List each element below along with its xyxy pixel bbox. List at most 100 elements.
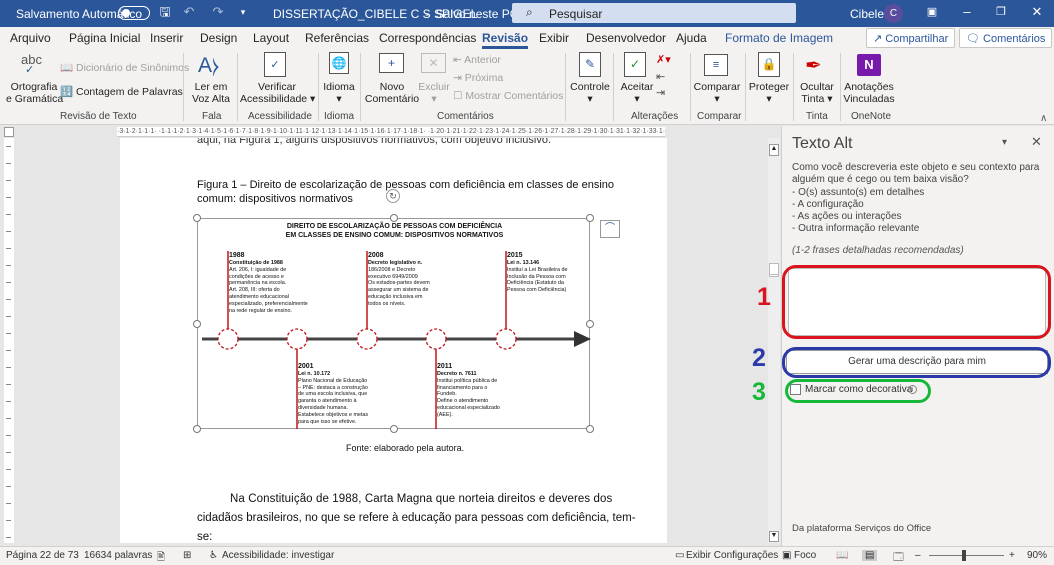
resize-handle[interactable] bbox=[586, 214, 594, 222]
ruler-tick bbox=[6, 146, 11, 147]
zoom-out-icon[interactable]: – bbox=[915, 550, 921, 561]
horizontal-ruler[interactable]: ·3·1·2·1·1·1· ·1·1·1·2·1·3·1·4·1·5·1·6·1… bbox=[117, 127, 665, 137]
previous-change-icon[interactable]: ⇤ bbox=[656, 70, 665, 83]
title-bar: Salvamento Automático 🖫 ↶ ↷ ▾ DISSERTAÇÃ… bbox=[0, 0, 1054, 27]
minimize-icon[interactable]: – bbox=[960, 5, 974, 19]
proofing-icon[interactable]: 🖹 bbox=[157, 550, 165, 565]
check-access-label-1: Verificar bbox=[258, 81, 296, 93]
tab-correspondencias[interactable]: Correspondências bbox=[379, 31, 476, 45]
customize-toolbar-icon[interactable]: ▾ bbox=[236, 5, 250, 19]
scroll-up-icon[interactable]: ▲ bbox=[769, 144, 779, 156]
spelling-icon: abc ✓ bbox=[21, 52, 42, 76]
document-page[interactable]: aqui, na Figura 1, alguns dispositivos n… bbox=[120, 138, 667, 543]
focus-mode[interactable]: Foco bbox=[794, 550, 816, 561]
thesaurus-button[interactable]: 📖 Dicionário de Sinônimos bbox=[60, 62, 189, 74]
accessibility-status[interactable]: Acessibilidade: investigar bbox=[222, 550, 334, 561]
read-aloud-label-1: Ler em bbox=[194, 81, 228, 93]
hide-ink-button[interactable]: Ocultar Tinta ▾ bbox=[797, 81, 837, 105]
next-comment-button[interactable]: ⇥ Próxima bbox=[453, 72, 503, 84]
tab-layout[interactable]: Layout bbox=[253, 31, 289, 45]
check-accessibility-button[interactable]: Verificar Acessibilidade ▾ bbox=[240, 81, 315, 105]
word-count[interactable]: 16634 palavras bbox=[84, 550, 152, 561]
close-icon[interactable]: ✕ bbox=[1030, 5, 1044, 19]
selected-image[interactable]: DIREITO DE ESCOLARIZAÇÃO DE PESSOAS COM … bbox=[193, 189, 594, 433]
resize-handle[interactable] bbox=[390, 214, 398, 222]
previous-comment-button[interactable]: ⇤ Anterior bbox=[453, 54, 501, 66]
ruler-tick bbox=[6, 469, 11, 470]
resize-handle[interactable] bbox=[193, 214, 201, 222]
word-count-button[interactable]: 🔢 Contagem de Palavras bbox=[60, 86, 183, 98]
resize-handle[interactable] bbox=[586, 425, 594, 433]
page-indicator[interactable]: Página 22 de 73 bbox=[6, 550, 79, 561]
compare-button[interactable]: Comparar ▾ bbox=[693, 81, 741, 105]
tracking-button[interactable]: Controle ▾ bbox=[569, 81, 611, 105]
document-scrollbar[interactable]: ▲ ▼ bbox=[768, 138, 780, 543]
save-icon[interactable]: 🖫 bbox=[158, 5, 172, 19]
zoom-in-icon[interactable]: + bbox=[1009, 550, 1015, 561]
resize-handle[interactable] bbox=[586, 320, 594, 328]
close-pane-icon[interactable]: ✕ bbox=[1031, 134, 1042, 150]
comment-icon: 🗨 bbox=[966, 33, 984, 45]
web-layout-icon[interactable]: 🗔 bbox=[893, 550, 904, 565]
tab-design[interactable]: Design bbox=[200, 31, 237, 45]
linked-notes-button[interactable]: Anotações Vinculadas bbox=[843, 81, 895, 105]
timeline-arrowhead bbox=[574, 331, 591, 347]
next-change-icon[interactable]: ⇥ bbox=[656, 86, 665, 99]
show-comments-button[interactable]: ☐ Mostrar Comentários bbox=[453, 90, 563, 102]
ribbon-display-icon[interactable]: ▣ bbox=[925, 5, 939, 19]
undo-icon[interactable]: ↶ bbox=[182, 5, 196, 19]
spelling-button[interactable]: Ortografia e Gramática bbox=[6, 81, 63, 105]
layout-options-icon[interactable]: ⌒ bbox=[600, 220, 620, 238]
new-comment-button[interactable]: Novo Comentário bbox=[364, 81, 420, 105]
bullet-other: - Outra informação relevante bbox=[792, 223, 920, 235]
tab-inserir[interactable]: Inserir bbox=[150, 31, 183, 45]
avatar[interactable]: C bbox=[884, 4, 903, 23]
scroll-down-icon[interactable]: ▼ bbox=[769, 531, 779, 542]
print-layout-icon[interactable]: ▤ bbox=[862, 550, 878, 561]
collapse-ribbon-icon[interactable]: ∧ bbox=[1040, 113, 1047, 124]
comments-button[interactable]: 🗨 Comentários bbox=[959, 28, 1053, 48]
reject-icon[interactable]: ✗▾ bbox=[656, 53, 671, 66]
delete-comment-button[interactable]: Excluir ▾ bbox=[418, 81, 450, 105]
timeline-law: Decreto legislativo n. bbox=[368, 260, 423, 266]
display-settings[interactable]: Exibir Configurações bbox=[686, 550, 778, 561]
pane-splitter-handle[interactable] bbox=[769, 263, 779, 275]
protect-button[interactable]: Proteger ▾ bbox=[748, 81, 790, 105]
delete-comment-icon: ✕ bbox=[421, 53, 446, 73]
thesaurus-icon: 📖 bbox=[60, 62, 76, 74]
timeline-text-line: educacional especializado bbox=[437, 404, 500, 411]
autosave-toggle[interactable] bbox=[118, 6, 150, 20]
zoom-level[interactable]: 90% bbox=[1027, 550, 1047, 561]
tab-formato-de-imagem[interactable]: Formato de Imagem bbox=[725, 31, 833, 45]
rotate-handle-icon[interactable]: ↻ bbox=[386, 189, 400, 203]
read-aloud-button[interactable]: Ler em Voz Alta bbox=[188, 81, 234, 105]
language-button[interactable]: Idioma ▾ bbox=[322, 81, 356, 105]
read-mode-icon[interactable]: 📖 bbox=[836, 550, 848, 561]
accept-button[interactable]: Aceitar ▾ bbox=[617, 81, 657, 105]
tab-selector[interactable] bbox=[4, 127, 14, 137]
tab-ajuda[interactable]: Ajuda bbox=[676, 31, 707, 45]
show-comments-icon: ☐ bbox=[453, 90, 466, 102]
tab-revisao[interactable]: Revisão bbox=[482, 31, 529, 49]
ruler-tick bbox=[6, 248, 11, 249]
tab-arquivo[interactable]: Arquivo bbox=[10, 31, 51, 45]
macro-icon[interactable]: ⊞ bbox=[183, 550, 191, 561]
tab-exibir[interactable]: Exibir bbox=[539, 31, 569, 45]
tab-pagina-inicial[interactable]: Página Inicial bbox=[69, 31, 140, 45]
tab-referencias[interactable]: Referências bbox=[305, 31, 369, 45]
zoom-slider-thumb[interactable] bbox=[962, 550, 966, 561]
search-box[interactable]: ⌕ Pesquisar bbox=[512, 3, 796, 23]
maximize-icon[interactable]: ❐ bbox=[994, 5, 1008, 19]
tab-desenvolvedor[interactable]: Desenvolvedor bbox=[586, 31, 666, 45]
divider bbox=[840, 53, 841, 121]
resize-handle[interactable] bbox=[390, 425, 398, 433]
share-button[interactable]: ↗ Compartilhar bbox=[866, 28, 956, 48]
pane-options-icon[interactable]: ▾ bbox=[1002, 137, 1007, 148]
resize-handle[interactable] bbox=[193, 320, 201, 328]
zoom-slider[interactable] bbox=[929, 555, 1004, 556]
redo-icon[interactable]: ↷ bbox=[211, 5, 225, 19]
user-name[interactable]: Cibele bbox=[850, 7, 884, 21]
resize-handle[interactable] bbox=[193, 425, 201, 433]
vertical-ruler[interactable] bbox=[4, 138, 14, 543]
timeline-text-line: atendimento educacional bbox=[229, 293, 289, 300]
